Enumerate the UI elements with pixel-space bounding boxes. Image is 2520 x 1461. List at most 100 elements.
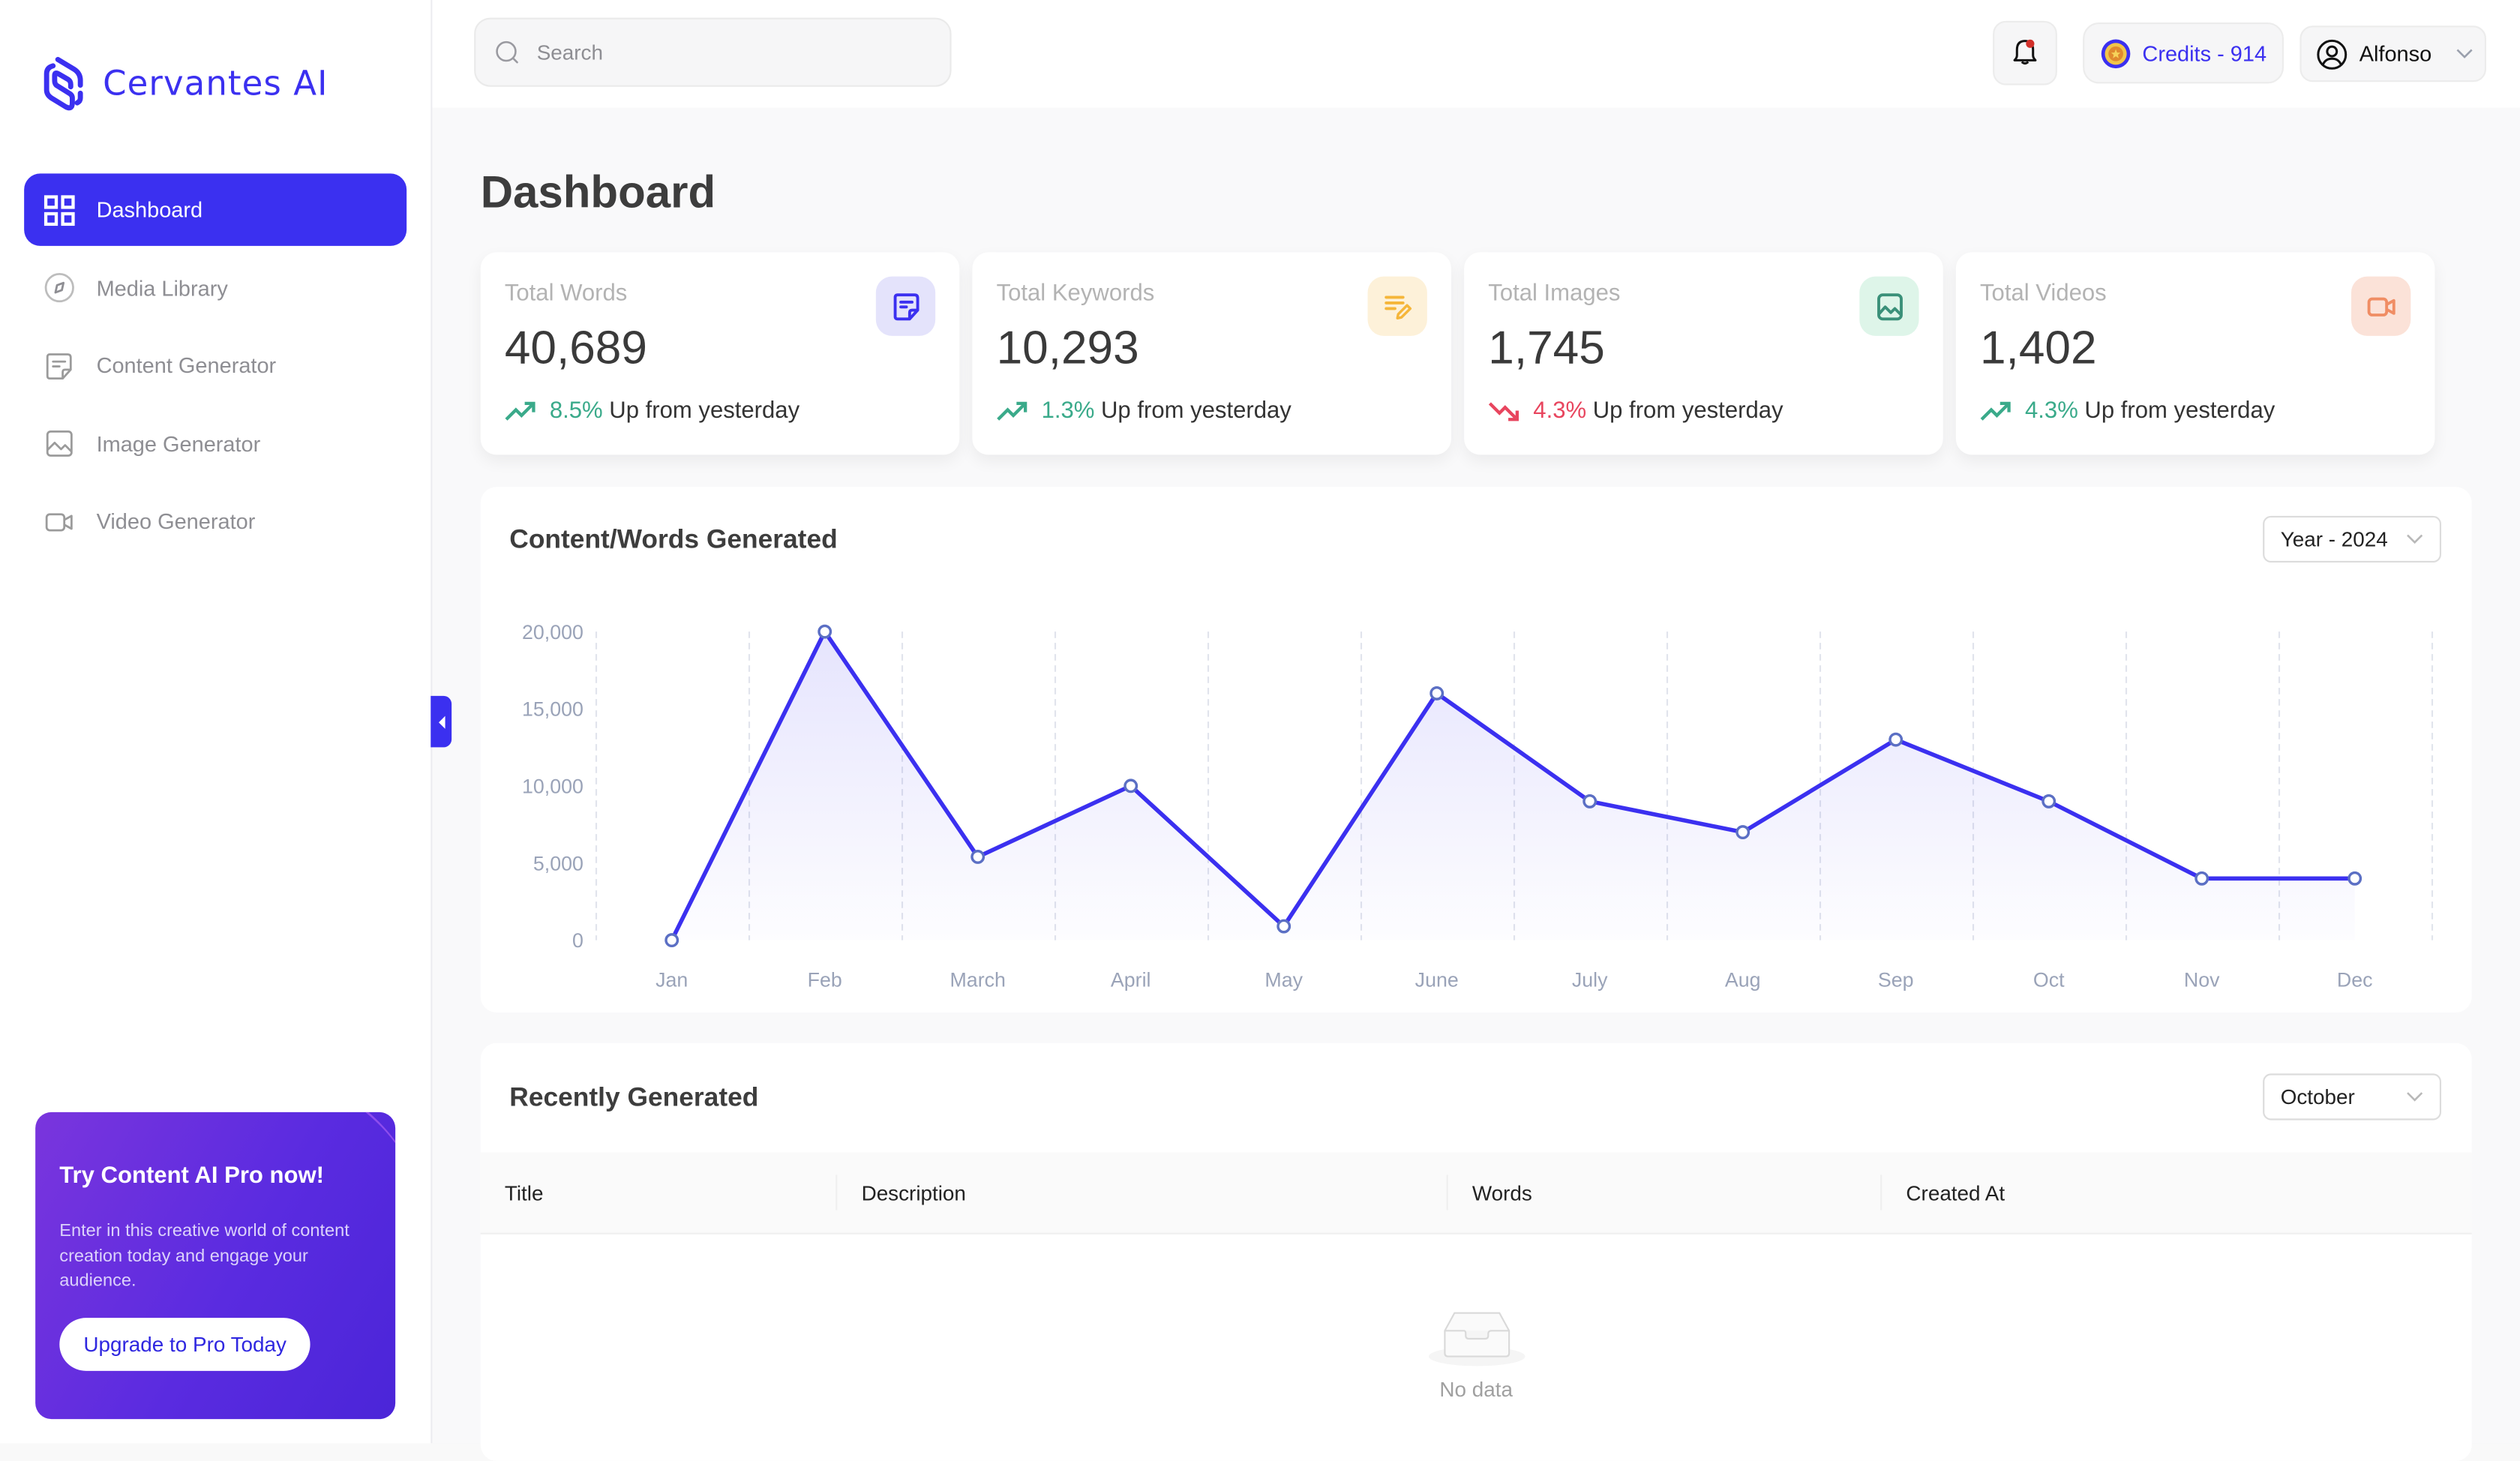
stat-value: 1,402 bbox=[1980, 322, 2097, 375]
data-point-dec[interactable] bbox=[2348, 871, 2362, 886]
trend-up-icon bbox=[997, 401, 1028, 421]
search-box[interactable] bbox=[474, 17, 952, 87]
credits-label: Credits - 914 bbox=[2142, 40, 2267, 65]
data-point-may[interactable] bbox=[1276, 919, 1292, 934]
data-point-jan[interactable] bbox=[664, 933, 680, 947]
x-tick-label: June bbox=[1415, 969, 1459, 992]
stat-percent: 8.5% bbox=[549, 398, 603, 424]
user-name: Alfonso bbox=[2359, 41, 2432, 66]
promo-text: Enter in this creative world of content … bbox=[59, 1221, 350, 1291]
grid-icon bbox=[44, 194, 76, 226]
x-tick-label: Nov bbox=[2184, 969, 2220, 992]
stat-trend-text: Up from yesterday bbox=[609, 398, 800, 424]
column-header-description[interactable]: Description bbox=[862, 1152, 966, 1232]
data-point-feb[interactable] bbox=[818, 624, 832, 639]
stat-card-total-videos: Total Videos 1,402 4.3% Up from yesterda… bbox=[1955, 252, 2435, 455]
caret-left-icon bbox=[437, 715, 445, 728]
stat-value: 1,745 bbox=[1488, 322, 1605, 375]
stat-label: Total Words bbox=[504, 281, 628, 308]
x-tick-label: Feb bbox=[808, 969, 842, 992]
column-header-words[interactable]: Words bbox=[1472, 1152, 1532, 1232]
sidebar: Cervantes AI Dashboard Media Library Con… bbox=[0, 0, 433, 1444]
sidebar-item-label: Content Generator bbox=[96, 353, 277, 378]
x-tick-label: Oct bbox=[2033, 969, 2065, 992]
stat-percent: 1.3% bbox=[1041, 398, 1095, 424]
sidebar-item-content-generator[interactable]: Content Generator bbox=[24, 329, 406, 401]
compass-icon bbox=[44, 272, 76, 304]
column-header-title[interactable]: Title bbox=[505, 1152, 544, 1232]
stat-trend-text: Up from yesterday bbox=[1100, 398, 1292, 424]
brand-logo[interactable]: Cervantes AI bbox=[42, 55, 328, 112]
notification-dot bbox=[2026, 39, 2035, 48]
video-icon bbox=[44, 506, 76, 538]
cervantes-logo-icon bbox=[44, 56, 83, 111]
search-input[interactable] bbox=[533, 38, 926, 66]
sidebar-item-label: Image Generator bbox=[96, 431, 261, 456]
column-divider bbox=[1446, 1174, 1448, 1210]
month-select[interactable]: October bbox=[2263, 1073, 2441, 1120]
stat-card-total-words: Total Words 40,689 8.5% Up from yesterda… bbox=[480, 252, 960, 455]
chevron-down-icon bbox=[2456, 49, 2473, 58]
credits-badge[interactable]: Credits - 914 bbox=[2083, 22, 2284, 84]
data-point-sep[interactable] bbox=[1888, 732, 1904, 747]
data-point-april[interactable] bbox=[1124, 778, 1138, 794]
sidebar-item-label: Media Library bbox=[96, 275, 228, 300]
data-point-june[interactable] bbox=[1430, 686, 1444, 700]
sidebar-item-image-generator[interactable]: Image Generator bbox=[24, 407, 406, 479]
note-icon bbox=[44, 350, 76, 382]
data-point-nov[interactable] bbox=[2194, 871, 2210, 886]
stat-label: Total Videos bbox=[1980, 281, 2107, 308]
app-root: Cervantes AI Dashboard Media Library Con… bbox=[0, 0, 2520, 1461]
stat-trend: 4.3% Up from yesterday bbox=[1980, 398, 2275, 424]
y-tick-label: 10,000 bbox=[522, 776, 584, 798]
stat-label: Total Images bbox=[1488, 281, 1621, 308]
stat-trend-text: Up from yesterday bbox=[1592, 398, 1784, 424]
x-tick-label: Dec bbox=[2337, 969, 2373, 992]
stat-trend: 4.3% Up from yesterday bbox=[1488, 398, 1784, 424]
bell-icon bbox=[2013, 39, 2037, 65]
user-avatar-icon bbox=[2317, 38, 2348, 69]
stat-value: 40,689 bbox=[504, 322, 647, 375]
promo-title: Try Content AI Pro now! bbox=[59, 1163, 325, 1190]
chevron-down-icon bbox=[2407, 1092, 2423, 1102]
user-menu[interactable]: Alfonso bbox=[2300, 26, 2486, 82]
upgrade-button[interactable]: Upgrade to Pro Today bbox=[59, 1318, 311, 1371]
area-fill bbox=[671, 632, 2355, 940]
sidebar-item-dashboard[interactable]: Dashboard bbox=[24, 173, 407, 246]
edit-lines-icon bbox=[1367, 276, 1427, 336]
notifications-button[interactable] bbox=[1993, 20, 2057, 86]
sidebar-item-video-generator[interactable]: Video Generator bbox=[24, 485, 406, 557]
image-icon bbox=[44, 428, 76, 460]
words-chart-card: Content/Words Generated Year - 2024 0 5,0… bbox=[480, 487, 2472, 1012]
column-header-created-at[interactable]: Created At bbox=[1906, 1152, 2005, 1232]
trend-down-icon bbox=[1488, 402, 1519, 422]
coin-icon bbox=[2101, 38, 2131, 68]
stat-card-total-images: Total Images 1,745 4.3% Up from yesterda… bbox=[1464, 252, 1943, 455]
y-tick-label: 15,000 bbox=[522, 698, 584, 721]
sidebar-collapse-toggle[interactable] bbox=[430, 695, 452, 748]
y-tick-label: 20,000 bbox=[522, 621, 584, 644]
data-point-oct[interactable] bbox=[2042, 794, 2056, 808]
x-tick-label: Sep bbox=[1878, 969, 1914, 992]
data-point-aug[interactable] bbox=[1736, 825, 1750, 839]
page-title: Dashboard bbox=[480, 166, 716, 218]
stat-percent: 4.3% bbox=[2025, 398, 2078, 424]
month-select-value: October bbox=[2280, 1084, 2355, 1109]
x-tick-label: March bbox=[950, 969, 1006, 992]
stat-trend: 8.5% Up from yesterday bbox=[505, 398, 800, 424]
data-point-march[interactable] bbox=[970, 850, 986, 864]
stat-trend: 1.3% Up from yesterday bbox=[997, 398, 1292, 424]
sidebar-item-media-library[interactable]: Media Library bbox=[24, 251, 406, 323]
stat-card-total-keywords: Total Keywords 10,293 1.3% Up from yeste… bbox=[972, 252, 1451, 455]
upgrade-promo-card: Try Content AI Pro now! Enter in this cr… bbox=[35, 1112, 396, 1420]
x-tick-label: Aug bbox=[1725, 969, 1761, 992]
empty-inbox-icon bbox=[1427, 1312, 1525, 1366]
data-point-july[interactable] bbox=[1582, 794, 1598, 808]
x-tick-label: Jan bbox=[656, 969, 688, 992]
empty-state: No data bbox=[481, 1300, 2472, 1402]
sidebar-item-label: Dashboard bbox=[96, 197, 203, 222]
y-tick-label: 5,000 bbox=[533, 852, 584, 874]
x-tick-label: July bbox=[1572, 969, 1608, 992]
note-icon bbox=[875, 276, 936, 336]
sidebar-nav: Dashboard Media Library Content Generato… bbox=[24, 173, 407, 563]
